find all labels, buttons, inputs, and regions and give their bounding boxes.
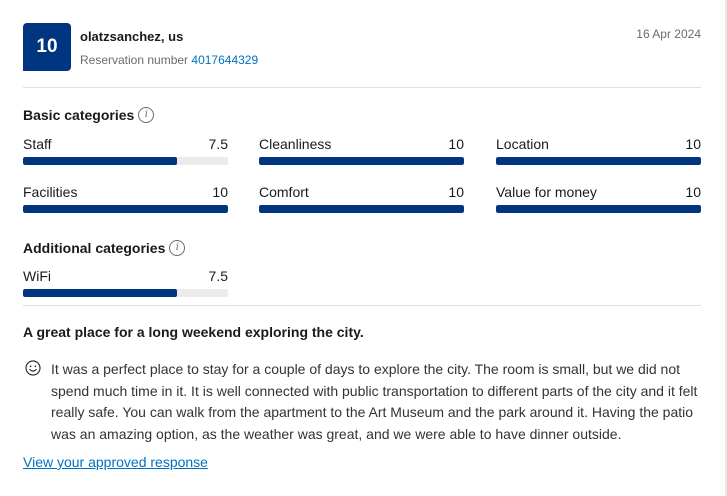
- category-label: Facilities: [23, 184, 78, 200]
- category-facilities: Facilities 10: [23, 184, 228, 214]
- category-label: Comfort: [259, 184, 309, 200]
- review-score-badge: 10: [23, 23, 71, 71]
- review-header: 10 olatzsanchez, us Reservation number 4…: [23, 23, 701, 71]
- category-comfort: Comfort 10: [259, 184, 464, 214]
- category-bar-fill: [259, 205, 464, 213]
- category-bar: [496, 157, 701, 165]
- category-value-for-money: Value for money 10: [496, 184, 701, 214]
- category-bar-fill: [496, 157, 701, 165]
- category-bar: [259, 205, 464, 213]
- category-label: Location: [496, 136, 549, 152]
- category-label: Value for money: [496, 184, 597, 200]
- category-staff: Staff 7.5: [23, 136, 228, 166]
- category-label: Cleanliness: [259, 136, 332, 152]
- divider: [23, 87, 701, 88]
- divider: [23, 305, 701, 306]
- basic-categories-heading: Basic categories i: [23, 107, 155, 123]
- category-label: Staff: [23, 136, 52, 152]
- additional-categories-title: Additional categories: [23, 240, 166, 256]
- category-value: 10: [685, 184, 701, 200]
- category-bar-fill: [23, 289, 177, 297]
- guest-name: olatzsanchez, us: [80, 29, 184, 44]
- reservation-line: Reservation number 4017644329: [80, 53, 258, 67]
- category-value: 10: [212, 184, 228, 200]
- review-date: 16 Apr 2024: [636, 27, 701, 41]
- additional-categories-heading: Additional categories i: [23, 240, 186, 256]
- category-bar-fill: [23, 157, 177, 165]
- view-response-link[interactable]: View your approved response: [23, 454, 208, 470]
- category-value: 7.5: [208, 136, 228, 152]
- reservation-label: Reservation number: [80, 53, 189, 67]
- category-bar-fill: [496, 205, 701, 213]
- category-wifi: WiFi 7.5: [23, 268, 228, 298]
- reservation-number-link[interactable]: 4017644329: [191, 53, 258, 67]
- basic-categories-title: Basic categories: [23, 107, 135, 123]
- category-cleanliness: Cleanliness 10: [259, 136, 464, 166]
- category-value: 10: [685, 136, 701, 152]
- category-bar: [23, 205, 228, 213]
- review-title: A great place for a long weekend explori…: [23, 324, 364, 340]
- category-bar: [496, 205, 701, 213]
- category-bar: [259, 157, 464, 165]
- category-label: WiFi: [23, 268, 51, 284]
- category-bar-fill: [23, 205, 228, 213]
- review-text: It was a perfect place to stay for a cou…: [51, 361, 698, 442]
- category-location: Location 10: [496, 136, 701, 166]
- info-icon[interactable]: i: [138, 107, 155, 123]
- category-bar: [23, 157, 228, 165]
- smile-icon: [25, 360, 41, 376]
- category-bar-fill: [259, 157, 464, 165]
- category-value: 10: [448, 184, 464, 200]
- info-icon[interactable]: i: [169, 240, 186, 256]
- category-value: 7.5: [208, 268, 228, 284]
- category-value: 10: [448, 136, 464, 152]
- category-bar: [23, 289, 228, 297]
